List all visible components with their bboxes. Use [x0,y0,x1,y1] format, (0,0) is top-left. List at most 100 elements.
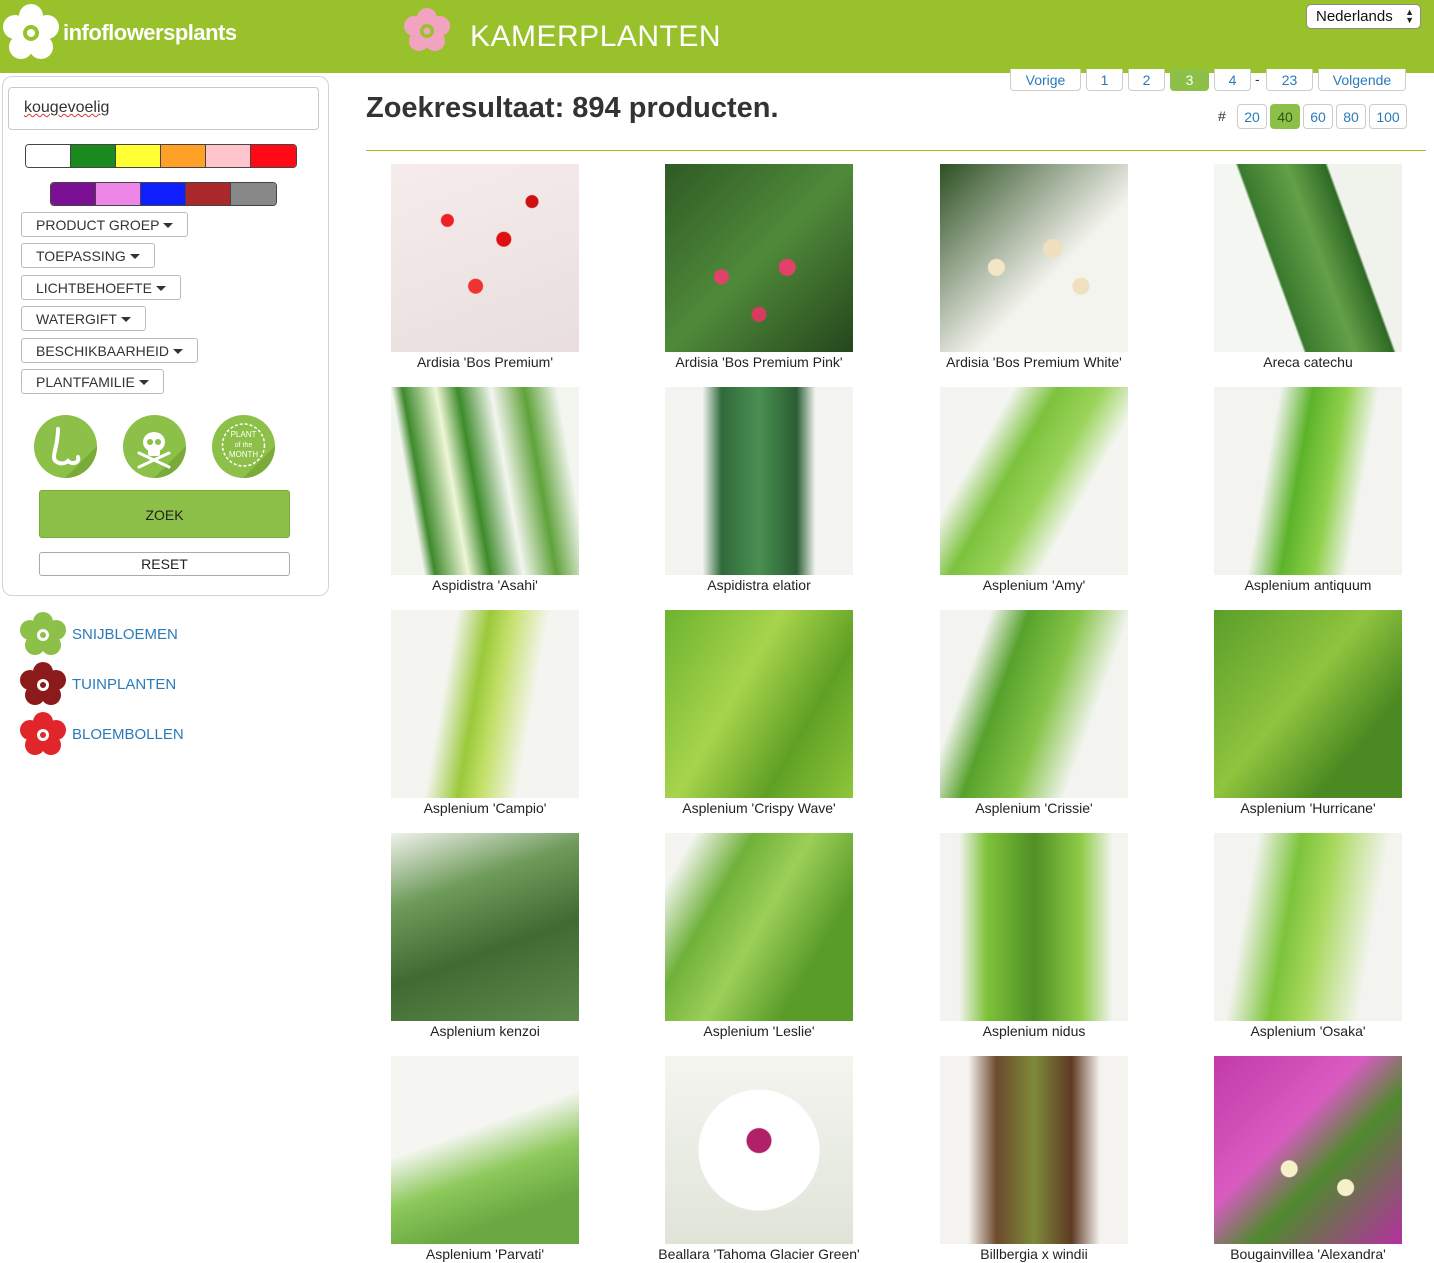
product-image[interactable] [940,610,1128,798]
color-swatch-yellow[interactable] [116,145,161,167]
product-name[interactable]: Asplenium 'Osaka' [1188,1023,1428,1039]
product-name[interactable]: Areca catechu [1188,354,1428,370]
product-image[interactable] [665,164,853,352]
product-image[interactable] [1214,610,1402,798]
per-page-80[interactable]: 80 [1336,104,1366,129]
filter-toepassing[interactable]: TOEPASSING [21,243,155,268]
category-link-snijbloemen[interactable]: SNIJBLOEMEN [18,611,178,657]
product-name[interactable]: Asplenium 'Crispy Wave' [639,800,879,816]
plant-of-the-month-button[interactable]: PLANT of the MONTH [212,415,275,478]
product-card[interactable]: Asplenium 'Crispy Wave' [665,610,853,816]
product-image[interactable] [940,833,1128,1021]
product-card[interactable]: Asplenium 'Hurricane' [1214,610,1402,816]
pagination-last[interactable]: 23 [1266,69,1313,91]
product-name[interactable]: Asplenium 'Crissie' [914,800,1154,816]
product-image[interactable] [665,833,853,1021]
site-logo[interactable]: infoflowersplants [2,4,237,62]
per-page-40[interactable]: 40 [1270,104,1300,129]
product-card[interactable]: Ardisia 'Bos Premium Pink' [665,164,853,370]
product-image[interactable] [391,387,579,575]
product-card[interactable]: Bougainvillea 'Alexandra' [1214,1056,1402,1262]
filter-lichtbehoefte[interactable]: LICHTBEHOEFTE [21,275,181,300]
product-name[interactable]: Asplenium 'Hurricane' [1188,800,1428,816]
product-image[interactable] [1214,1056,1402,1244]
per-page-60[interactable]: 60 [1303,104,1333,129]
color-swatch-dark-red[interactable] [186,183,231,205]
product-name[interactable]: Ardisia 'Bos Premium' [365,354,605,370]
pagination-page-3[interactable]: 3 [1170,69,1209,91]
category-link-tuinplanten[interactable]: TUINPLANTEN [18,661,176,707]
product-image[interactable] [940,164,1128,352]
product-card[interactable]: Asplenium 'Osaka' [1214,833,1402,1039]
product-image[interactable] [1214,833,1402,1021]
color-swatch-purple[interactable] [51,183,96,205]
color-swatch-red[interactable] [251,145,296,167]
product-image[interactable] [665,1056,853,1244]
pagination-prev[interactable]: Vorige [1010,69,1081,91]
product-name[interactable]: Asplenium antiquum [1188,577,1428,593]
product-image[interactable] [1214,164,1402,352]
product-card[interactable]: Beallara 'Tahoma Glacier Green' [658,1056,860,1262]
color-swatch-blue[interactable] [141,183,186,205]
product-name[interactable]: Aspidistra elatior [639,577,879,593]
language-select[interactable]: Nederlands ▲ ▼ [1306,4,1421,29]
color-swatch-grey[interactable] [231,183,276,205]
product-name[interactable]: Asplenium 'Campio' [365,800,605,816]
product-card[interactable]: Asplenium 'Parvati' [391,1056,579,1262]
product-name[interactable]: Beallara 'Tahoma Glacier Green' [639,1246,879,1262]
product-image[interactable] [665,610,853,798]
color-swatch-white[interactable] [26,145,71,167]
product-name[interactable]: Ardisia 'Bos Premium White' [914,354,1154,370]
color-swatch-pink[interactable] [206,145,251,167]
pagination-next[interactable]: Volgende [1318,69,1406,91]
product-name[interactable]: Asplenium 'Parvati' [365,1246,605,1262]
per-page-20[interactable]: 20 [1237,104,1267,129]
product-card[interactable]: Asplenium 'Crissie' [940,610,1128,816]
product-name[interactable]: Aspidistra 'Asahi' [365,577,605,593]
color-swatch-green[interactable] [71,145,116,167]
product-card[interactable]: Areca catechu [1214,164,1402,370]
pagination-page-2[interactable]: 2 [1128,69,1165,91]
product-image[interactable] [1214,387,1402,575]
product-card[interactable]: Aspidistra 'Asahi' [391,387,579,593]
product-name[interactable]: Billbergia x windii [914,1246,1154,1262]
pagination-page-1[interactable]: 1 [1086,69,1123,91]
filter-plantfamilie[interactable]: PLANTFAMILIE [21,369,164,394]
filter-beschikbaarheid[interactable]: BESCHIKBAARHEID [21,338,199,363]
search-input[interactable]: kougevoelig [8,87,319,130]
product-image[interactable] [391,833,579,1021]
per-page-100[interactable]: 100 [1369,104,1407,129]
product-card[interactable]: Asplenium kenzoi [391,833,579,1039]
product-card[interactable]: Asplenium 'Campio' [391,610,579,816]
color-swatch-orange[interactable] [161,145,206,167]
product-name[interactable]: Asplenium 'Leslie' [639,1023,879,1039]
product-name[interactable]: Asplenium nidus [914,1023,1154,1039]
product-card[interactable]: Asplenium antiquum [1214,387,1402,593]
product-image[interactable] [940,387,1128,575]
product-name[interactable]: Asplenium 'Amy' [914,577,1154,593]
product-name[interactable]: Asplenium kenzoi [365,1023,605,1039]
toxic-filter-button[interactable] [123,415,186,478]
product-card[interactable]: Asplenium 'Leslie' [665,833,853,1039]
search-button[interactable]: ZOEK [39,490,290,538]
category-link-bloembollen[interactable]: BLOEMBOLLEN [18,711,184,757]
product-card[interactable]: Aspidistra elatior [665,387,853,593]
color-swatch-lilac[interactable] [96,183,141,205]
product-image[interactable] [391,610,579,798]
product-card[interactable]: Ardisia 'Bos Premium' [391,164,579,370]
product-card[interactable]: Ardisia 'Bos Premium White' [940,164,1128,370]
product-image[interactable] [391,164,579,352]
filter-product-groep[interactable]: PRODUCT GROEP [21,212,189,237]
product-image[interactable] [665,387,853,575]
fragrance-filter-button[interactable] [34,415,97,478]
product-card[interactable]: Billbergia x windii [940,1056,1128,1262]
product-name[interactable]: Bougainvillea 'Alexandra' [1188,1246,1428,1262]
product-image[interactable] [391,1056,579,1244]
pagination-page-4[interactable]: 4 [1214,69,1251,91]
reset-button[interactable]: RESET [39,552,290,576]
product-name[interactable]: Ardisia 'Bos Premium Pink' [639,354,879,370]
product-card[interactable]: Asplenium nidus [940,833,1128,1039]
product-image[interactable] [940,1056,1128,1244]
product-card[interactable]: Asplenium 'Amy' [940,387,1128,593]
filter-watergift[interactable]: WATERGIFT [21,306,146,331]
